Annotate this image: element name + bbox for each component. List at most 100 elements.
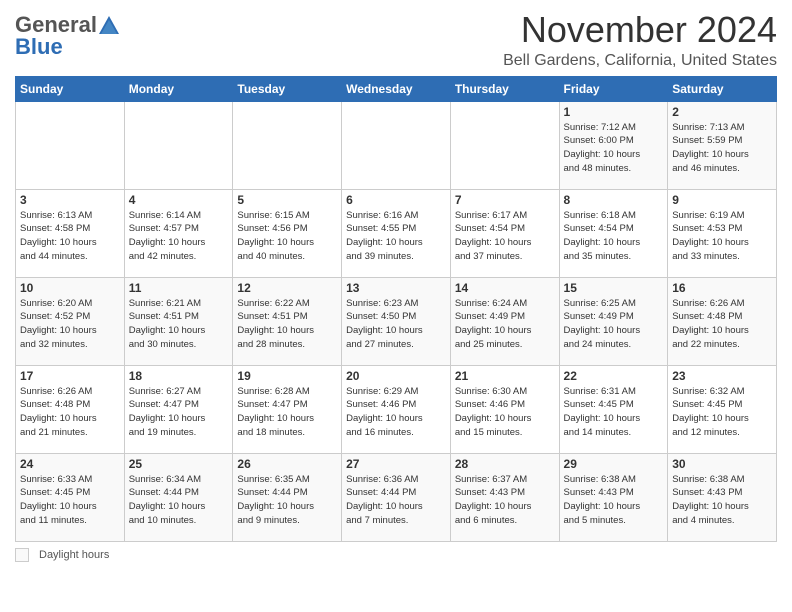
day-number: 5: [237, 193, 337, 207]
logo-general-text: General: [15, 14, 97, 36]
day-number: 25: [129, 457, 229, 471]
day-number: 7: [455, 193, 555, 207]
day-number: 1: [564, 105, 664, 119]
week-row-4: 24Sunrise: 6:33 AM Sunset: 4:45 PM Dayli…: [16, 453, 777, 541]
weekday-header-row: Sunday Monday Tuesday Wednesday Thursday…: [16, 76, 777, 101]
day-number: 21: [455, 369, 555, 383]
page: General Blue November 2024 Bell Gardens,…: [0, 0, 792, 572]
day-cell-w3-d2: 19 Sunrise: 6:28 AM Sunset: 4:47 PM Dayli…: [233, 365, 342, 453]
day-number: 26: [237, 457, 337, 471]
day-number: 4: [129, 193, 229, 207]
day-number: 2: [672, 105, 772, 119]
day-cell-w0-d4: [450, 101, 559, 189]
day-number: 20: [346, 369, 446, 383]
day-cell-w0-d3: [342, 101, 451, 189]
day-number: 8: [564, 193, 664, 207]
day-cell-w1-d1: 4 Sunrise: 6:14 AM Sunset: 4:57 PM Daylig…: [124, 189, 233, 277]
day-info: Sunrise: 6:16 AM Sunset: 4:55 PM Dayligh…: [346, 209, 446, 264]
day-info: Sunrise: 6:27 AM Sunset: 4:47 PM Dayligh…: [129, 385, 229, 440]
footer-label: Daylight hours: [39, 549, 109, 561]
day-number: 11: [129, 281, 229, 295]
day-cell-w1-d4: 7Sunrise: 6:17 AM Sunset: 4:54 PM Daylig…: [450, 189, 559, 277]
day-number: 14: [455, 281, 555, 295]
header-wednesday: Wednesday: [342, 76, 451, 101]
day-number: 19: [237, 369, 337, 383]
day-number: 28: [455, 457, 555, 471]
day-cell-w0-d2: [233, 101, 342, 189]
day-cell-w0-d0: [16, 101, 125, 189]
day-info: Sunrise: 6:25 AM Sunset: 4:49 PM Dayligh…: [564, 297, 664, 352]
header: General Blue November 2024 Bell Gardens,…: [15, 10, 777, 70]
day-cell-w0-d6: 2 Sunrise: 7:13 AM Sunset: 5:59 PM Daylig…: [668, 101, 777, 189]
day-cell-w1-d5: 8 Sunrise: 6:18 AM Sunset: 4:54 PM Daylig…: [559, 189, 668, 277]
day-cell-w2-d0: 10 Sunrise: 6:20 AM Sunset: 4:52 PM Dayli…: [16, 277, 125, 365]
month-title: November 2024: [503, 10, 777, 50]
day-cell-w4-d1: 25 Sunrise: 6:34 AM Sunset: 4:44 PM Dayli…: [124, 453, 233, 541]
day-cell-w2-d4: 14 Sunrise: 6:24 AM Sunset: 4:49 PM Dayli…: [450, 277, 559, 365]
day-info: Sunrise: 6:38 AM Sunset: 4:43 PM Dayligh…: [564, 473, 664, 528]
day-cell-w1-d2: 5 Sunrise: 6:15 AM Sunset: 4:56 PM Daylig…: [233, 189, 342, 277]
day-cell-w4-d2: 26 Sunrise: 6:35 AM Sunset: 4:44 PM Dayli…: [233, 453, 342, 541]
day-number: 15: [564, 281, 664, 295]
day-cell-w3-d4: 21 Sunrise: 6:30 AM Sunset: 4:46 PM Dayli…: [450, 365, 559, 453]
day-cell-w2-d1: 11 Sunrise: 6:21 AM Sunset: 4:51 PM Dayli…: [124, 277, 233, 365]
day-cell-w0-d1: [124, 101, 233, 189]
day-info: Sunrise: 6:30 AM Sunset: 4:46 PM Dayligh…: [455, 385, 555, 440]
week-row-2: 10 Sunrise: 6:20 AM Sunset: 4:52 PM Dayli…: [16, 277, 777, 365]
day-number: 10: [20, 281, 120, 295]
header-thursday: Thursday: [450, 76, 559, 101]
footer: Daylight hours: [15, 548, 777, 562]
header-saturday: Saturday: [668, 76, 777, 101]
day-info: Sunrise: 6:26 AM Sunset: 4:48 PM Dayligh…: [672, 297, 772, 352]
day-cell-w3-d5: 22 Sunrise: 6:31 AM Sunset: 4:45 PM Dayli…: [559, 365, 668, 453]
day-number: 18: [129, 369, 229, 383]
day-info: Sunrise: 6:26 AM Sunset: 4:48 PM Dayligh…: [20, 385, 120, 440]
day-number: 30: [672, 457, 772, 471]
day-cell-w1-d0: 3Sunrise: 6:13 AM Sunset: 4:58 PM Daylig…: [16, 189, 125, 277]
day-info: Sunrise: 6:37 AM Sunset: 4:43 PM Dayligh…: [455, 473, 555, 528]
day-info: Sunrise: 6:29 AM Sunset: 4:46 PM Dayligh…: [346, 385, 446, 440]
day-info: Sunrise: 6:15 AM Sunset: 4:56 PM Dayligh…: [237, 209, 337, 264]
day-cell-w1-d6: 9 Sunrise: 6:19 AM Sunset: 4:53 PM Daylig…: [668, 189, 777, 277]
day-info: Sunrise: 6:19 AM Sunset: 4:53 PM Dayligh…: [672, 209, 772, 264]
location: Bell Gardens, California, United States: [503, 52, 777, 70]
day-info: Sunrise: 6:35 AM Sunset: 4:44 PM Dayligh…: [237, 473, 337, 528]
day-cell-w4-d4: 28 Sunrise: 6:37 AM Sunset: 4:43 PM Dayli…: [450, 453, 559, 541]
day-info: Sunrise: 6:24 AM Sunset: 4:49 PM Dayligh…: [455, 297, 555, 352]
logo-icon: [99, 16, 119, 34]
day-info: Sunrise: 6:33 AM Sunset: 4:45 PM Dayligh…: [20, 473, 120, 528]
day-info: Sunrise: 6:36 AM Sunset: 4:44 PM Dayligh…: [346, 473, 446, 528]
day-cell-w3-d3: 20 Sunrise: 6:29 AM Sunset: 4:46 PM Dayli…: [342, 365, 451, 453]
day-number: 27: [346, 457, 446, 471]
day-info: Sunrise: 6:32 AM Sunset: 4:45 PM Dayligh…: [672, 385, 772, 440]
day-info: Sunrise: 6:28 AM Sunset: 4:47 PM Dayligh…: [237, 385, 337, 440]
week-row-0: 1Sunrise: 7:12 AM Sunset: 6:00 PM Daylig…: [16, 101, 777, 189]
day-cell-w2-d2: 12Sunrise: 6:22 AM Sunset: 4:51 PM Dayli…: [233, 277, 342, 365]
day-cell-w3-d6: 23 Sunrise: 6:32 AM Sunset: 4:45 PM Dayli…: [668, 365, 777, 453]
day-cell-w2-d5: 15 Sunrise: 6:25 AM Sunset: 4:49 PM Dayli…: [559, 277, 668, 365]
legend-box: [15, 548, 29, 562]
day-cell-w4-d5: 29 Sunrise: 6:38 AM Sunset: 4:43 PM Dayli…: [559, 453, 668, 541]
day-number: 9: [672, 193, 772, 207]
day-info: Sunrise: 6:14 AM Sunset: 4:57 PM Dayligh…: [129, 209, 229, 264]
day-info: Sunrise: 6:31 AM Sunset: 4:45 PM Dayligh…: [564, 385, 664, 440]
header-sunday: Sunday: [16, 76, 125, 101]
day-info: Sunrise: 6:18 AM Sunset: 4:54 PM Dayligh…: [564, 209, 664, 264]
day-cell-w4-d6: 30Sunrise: 6:38 AM Sunset: 4:43 PM Dayli…: [668, 453, 777, 541]
header-monday: Monday: [124, 76, 233, 101]
day-number: 22: [564, 369, 664, 383]
logo-blue-text: Blue: [15, 36, 63, 58]
day-cell-w2-d6: 16Sunrise: 6:26 AM Sunset: 4:48 PM Dayli…: [668, 277, 777, 365]
day-info: Sunrise: 6:21 AM Sunset: 4:51 PM Dayligh…: [129, 297, 229, 352]
day-number: 29: [564, 457, 664, 471]
week-row-1: 3Sunrise: 6:13 AM Sunset: 4:58 PM Daylig…: [16, 189, 777, 277]
day-cell-w0-d5: 1Sunrise: 7:12 AM Sunset: 6:00 PM Daylig…: [559, 101, 668, 189]
day-info: Sunrise: 6:34 AM Sunset: 4:44 PM Dayligh…: [129, 473, 229, 528]
day-info: Sunrise: 6:20 AM Sunset: 4:52 PM Dayligh…: [20, 297, 120, 352]
day-cell-w4-d3: 27 Sunrise: 6:36 AM Sunset: 4:44 PM Dayli…: [342, 453, 451, 541]
day-number: 6: [346, 193, 446, 207]
day-info: Sunrise: 6:13 AM Sunset: 4:58 PM Dayligh…: [20, 209, 120, 264]
day-cell-w3-d1: 18 Sunrise: 6:27 AM Sunset: 4:47 PM Dayli…: [124, 365, 233, 453]
day-info: Sunrise: 7:13 AM Sunset: 5:59 PM Dayligh…: [672, 121, 772, 176]
day-number: 23: [672, 369, 772, 383]
